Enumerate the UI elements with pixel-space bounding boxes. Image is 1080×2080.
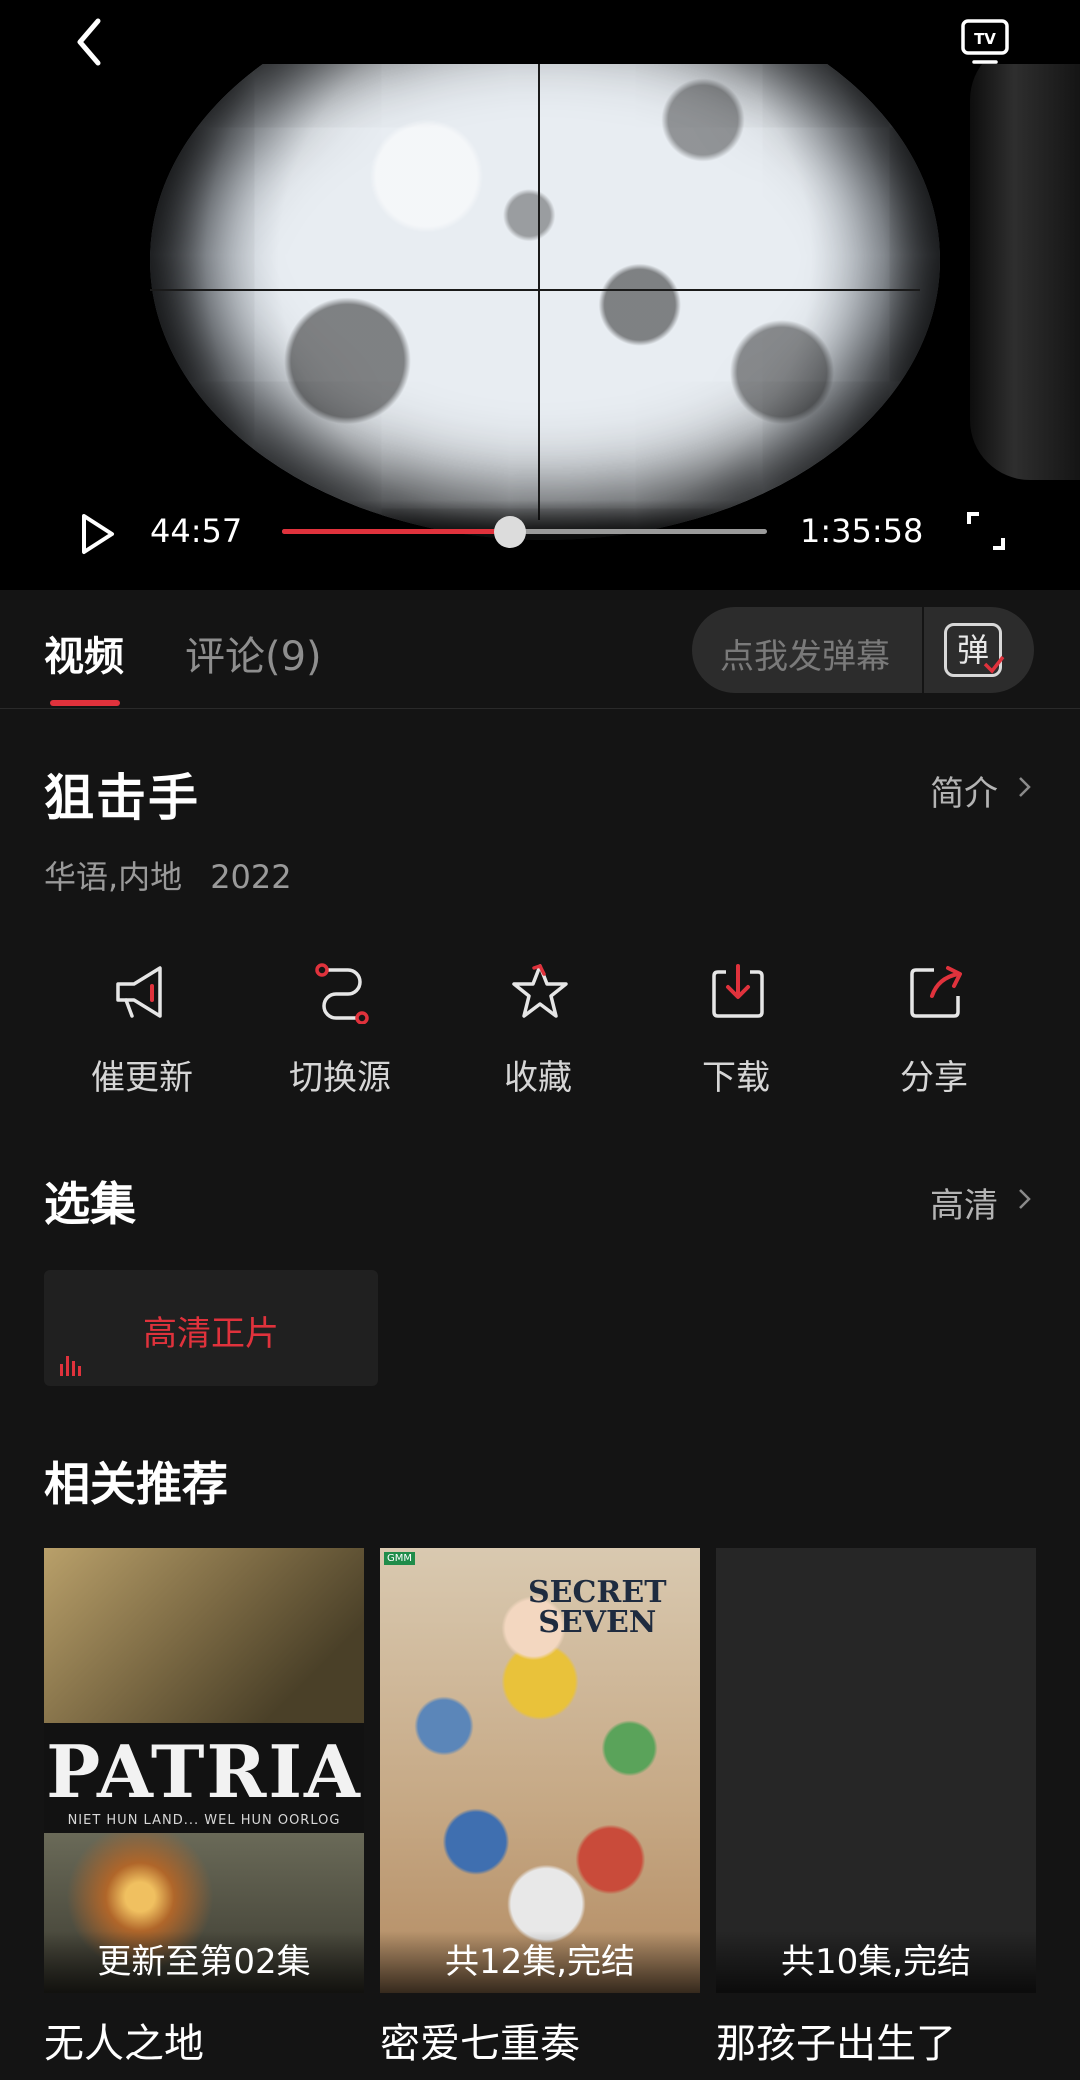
tv-cast-icon[interactable]: TV <box>960 18 1010 66</box>
intro-link[interactable]: 简介 <box>930 766 998 815</box>
action-label: 收藏 <box>504 1058 572 1098</box>
recommend-card[interactable]: GMM SECRET SEVEN 共12集,完结 密爱七重奏 <box>380 1548 700 2069</box>
chevron-right-icon[interactable] <box>1016 1184 1034 1214</box>
episode-badge: 更新至第02集 <box>44 1931 364 1993</box>
total-time: 1:35:58 <box>800 512 924 550</box>
action-label: 下载 <box>702 1058 770 1098</box>
progress-thumb[interactable] <box>493 516 526 548</box>
quality-selector[interactable]: 高清 <box>930 1178 998 1227</box>
episode-item[interactable]: 高清正片 <box>44 1270 378 1386</box>
release-year: 2022 <box>210 858 292 896</box>
crosshair-horizontal <box>150 289 920 291</box>
video-title: 狙击手 <box>44 769 200 827</box>
play-icon[interactable] <box>78 512 118 556</box>
video-meta: 华语,内地 2022 <box>44 852 292 898</box>
recommend-item-title[interactable]: 无人之地 <box>44 2011 364 2069</box>
share-button[interactable]: 分享 <box>834 960 1034 1100</box>
poster-image[interactable]: 共10集,完结 <box>716 1548 1036 1993</box>
language-region: 华语,内地 <box>44 858 183 896</box>
action-label: 分享 <box>900 1058 968 1098</box>
recommend-item-title[interactable]: 那孩子出生了 <box>716 2011 1036 2069</box>
megaphone-icon <box>116 966 162 1018</box>
tab-comments[interactable]: 评论(9) <box>185 624 322 682</box>
episode-badge: 共12集,完结 <box>380 1931 700 1993</box>
star-icon <box>512 963 568 1018</box>
recommend-card[interactable]: 共10集,完结 那孩子出生了 <box>716 1548 1036 2069</box>
back-arrow-icon[interactable] <box>70 15 114 69</box>
danmu-divider <box>922 607 924 693</box>
video-player[interactable]: TV 44:57 1:35:58 <box>0 0 1080 590</box>
poster-title-text: PATRIA <box>46 1729 362 1814</box>
video-scope-rim <box>970 40 1080 480</box>
current-time: 44:57 <box>150 512 243 550</box>
poster-title-text: SECRET SEVEN <box>528 1575 667 1640</box>
download-icon <box>712 964 764 1018</box>
download-button[interactable]: 下载 <box>636 960 836 1100</box>
now-playing-icon <box>60 1356 81 1376</box>
fullscreen-icon[interactable] <box>965 510 1007 552</box>
studio-logo: GMM <box>384 1552 416 1565</box>
favorite-button[interactable]: 收藏 <box>438 960 638 1100</box>
action-label: 催更新 <box>91 1058 193 1098</box>
poster-image[interactable]: GMM SECRET SEVEN 共12集,完结 <box>380 1548 700 1993</box>
action-row: 催更新 切换源 收藏 下载 分享 <box>0 960 1080 1100</box>
action-label: 切换源 <box>289 1058 391 1098</box>
check-icon <box>983 655 1005 674</box>
tab-video[interactable]: 视频 <box>44 624 124 682</box>
episodes-title: 选集 <box>44 1177 136 1231</box>
poster-image[interactable]: PATRIA NIET HUN LAND... WEL HUN OORLOG 更… <box>44 1548 364 1993</box>
progress-slider[interactable] <box>282 516 767 548</box>
switch-source-icon <box>315 963 369 1024</box>
share-icon <box>910 966 962 1018</box>
poster-art <box>44 1548 364 1723</box>
active-tab-indicator <box>50 700 120 706</box>
player-top-bar <box>0 0 1080 64</box>
video-frame <box>150 0 940 540</box>
recommend-card[interactable]: PATRIA NIET HUN LAND... WEL HUN OORLOG 更… <box>44 1548 364 2069</box>
poster-art: PATRIA NIET HUN LAND... WEL HUN OORLOG <box>44 1723 364 1833</box>
danmu-input[interactable]: 点我发弹幕 <box>720 629 890 678</box>
recommend-item-title[interactable]: 密爱七重奏 <box>380 2011 700 2069</box>
tab-bar: 视频 评论(9) 点我发弹幕 弹 <box>0 592 1080 709</box>
poster-subtitle-text: NIET HUN LAND... WEL HUN OORLOG <box>67 1813 341 1828</box>
urge-update-button[interactable]: 催更新 <box>42 960 242 1100</box>
svg-text:TV: TV <box>974 30 996 48</box>
episode-badge: 共10集,完结 <box>716 1931 1036 1993</box>
progress-fill <box>282 529 510 534</box>
episode-label: 高清正片 <box>143 1314 279 1354</box>
switch-source-button[interactable]: 切换源 <box>240 960 440 1100</box>
chevron-right-icon[interactable] <box>1016 772 1034 802</box>
recommend-title: 相关推荐 <box>44 1457 228 1511</box>
danmu-bar[interactable]: 点我发弹幕 弹 <box>692 607 1034 693</box>
